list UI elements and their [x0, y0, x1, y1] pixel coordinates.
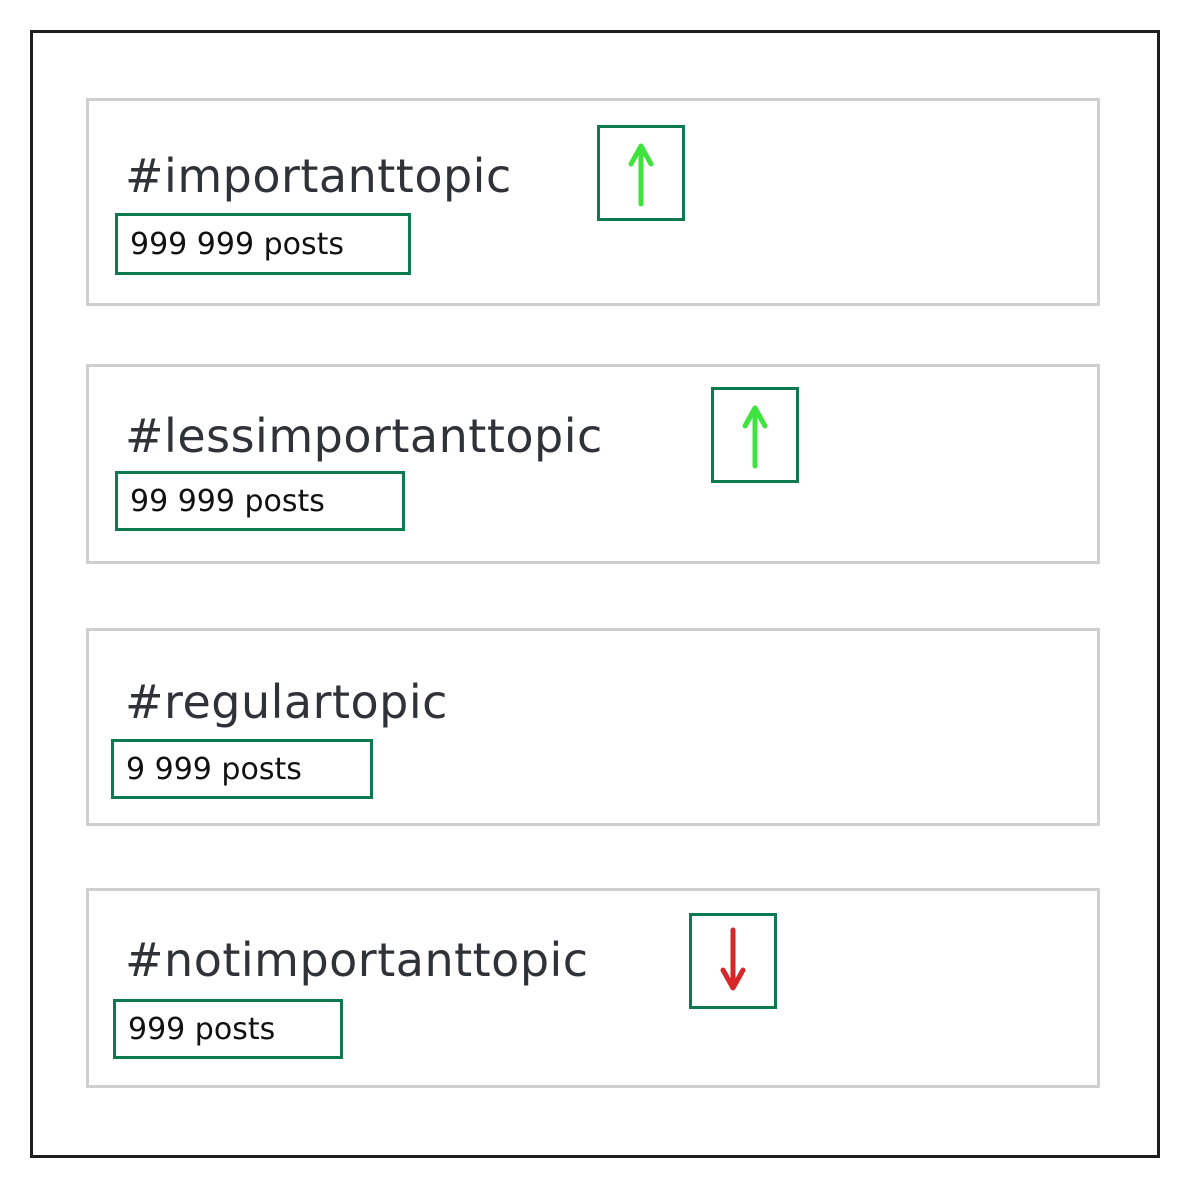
trend-indicator [711, 387, 799, 483]
trend-indicator [689, 913, 777, 1009]
post-count-badge: 999 posts [113, 999, 343, 1059]
topic-card[interactable]: #regulartopic 9 999 posts [86, 628, 1100, 826]
post-count-badge: 99 999 posts [115, 471, 405, 531]
arrow-down-icon [720, 927, 746, 991]
topic-card[interactable]: #lessimportanttopic 99 999 posts [86, 364, 1100, 564]
topic-title[interactable]: #notimportanttopic [125, 937, 589, 983]
topic-title[interactable]: #regulartopic [125, 679, 448, 725]
topic-card[interactable]: #importanttopic 999 999 posts [86, 98, 1100, 306]
topic-card[interactable]: #notimportanttopic 999 posts [86, 888, 1100, 1088]
post-count-badge: 9 999 posts [111, 739, 373, 799]
arrow-up-icon [742, 405, 768, 469]
topic-title[interactable]: #lessimportanttopic [125, 413, 603, 459]
topic-title[interactable]: #importanttopic [125, 153, 512, 199]
trend-indicator [597, 125, 685, 221]
arrow-up-icon [628, 143, 654, 207]
post-count-badge: 999 999 posts [115, 213, 411, 275]
